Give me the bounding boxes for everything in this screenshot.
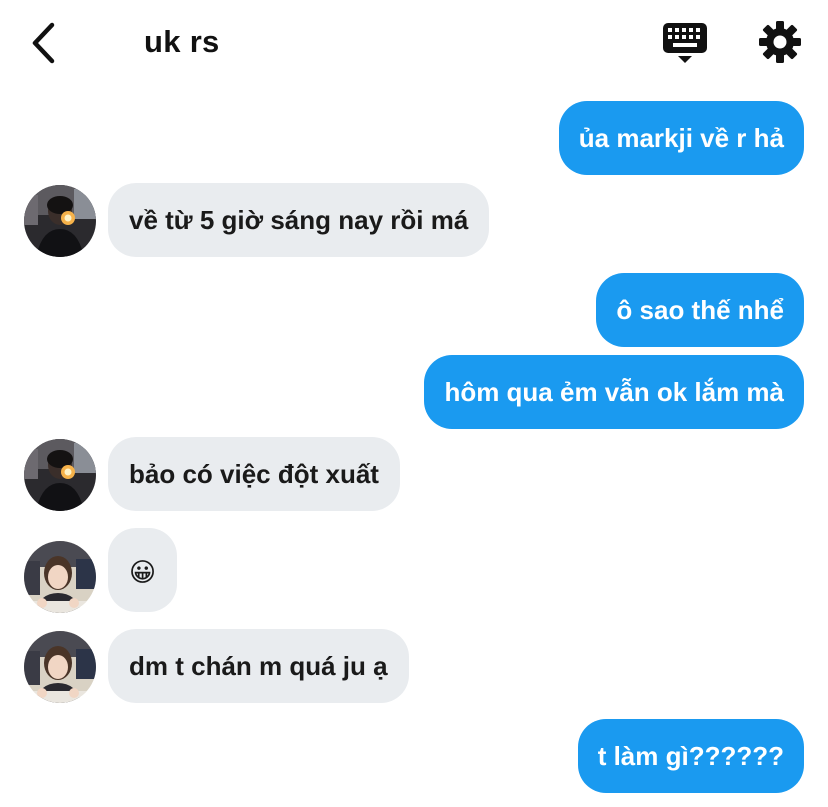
chevron-left-icon xyxy=(32,22,55,64)
outgoing-message[interactable]: ủa markji về r hả xyxy=(558,101,804,175)
keyboard-icon xyxy=(663,23,707,63)
contact-photo xyxy=(24,185,96,257)
contact-photo xyxy=(24,439,96,511)
outgoing-message[interactable]: t làm gì?????? xyxy=(577,719,804,793)
avatar[interactable] xyxy=(24,541,96,613)
settings-button[interactable] xyxy=(756,18,804,66)
outgoing-message[interactable]: ô sao thế nhể xyxy=(596,273,804,347)
incoming-message[interactable]: dm t chán m quá ju ạ xyxy=(108,629,409,703)
gear-icon xyxy=(759,21,801,63)
keyboard-button[interactable] xyxy=(660,20,710,66)
chat-header: uk rs xyxy=(0,0,828,86)
incoming-message[interactable]: 😀 xyxy=(108,528,178,612)
incoming-message[interactable]: về từ 5 giờ sáng nay rồi má xyxy=(108,183,490,257)
outgoing-message[interactable]: hôm qua ẻm vẫn ok lắm mà xyxy=(424,355,804,429)
avatar[interactable] xyxy=(24,631,96,703)
back-button[interactable] xyxy=(22,18,66,68)
conversation-title: uk rs xyxy=(144,24,220,59)
contact-photo xyxy=(24,541,96,613)
avatar[interactable] xyxy=(24,439,96,511)
avatar[interactable] xyxy=(24,185,96,257)
contact-photo xyxy=(24,631,96,703)
incoming-message[interactable]: bảo có việc đột xuất xyxy=(108,437,400,511)
